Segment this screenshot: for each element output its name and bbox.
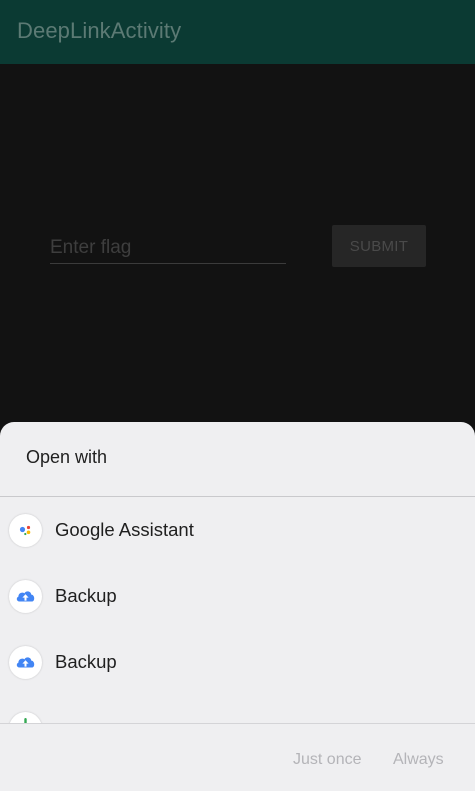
always-button[interactable]: Always (393, 751, 444, 769)
actions-divider (0, 723, 475, 724)
app-option-partial[interactable] (0, 695, 475, 723)
submit-button[interactable]: SUBMIT (332, 225, 426, 267)
just-once-button[interactable]: Just once (293, 751, 361, 769)
sheet-title: Open with (26, 447, 108, 467)
app-list: Google Assistant Backup Backup (0, 497, 475, 723)
partial-app-icon (9, 712, 42, 723)
flag-input[interactable] (50, 232, 286, 264)
app-bar: DeepLinkActivity (0, 0, 475, 64)
app-option-label: Google Assistant (55, 519, 194, 540)
app-option-backup[interactable]: Backup (0, 629, 475, 695)
screen: DeepLinkActivity SUBMIT Open with Google… (0, 0, 475, 791)
cloud-upload-icon (9, 646, 42, 679)
app-option-label: Backup (55, 585, 117, 606)
app-option-backup[interactable]: Backup (0, 563, 475, 629)
app-bar-title: DeepLinkActivity (17, 18, 182, 43)
cloud-upload-icon (9, 580, 42, 613)
app-option-google-assistant[interactable]: Google Assistant (0, 497, 475, 563)
app-option-label: Backup (55, 651, 117, 672)
google-assistant-icon (9, 514, 42, 547)
open-with-sheet: Open with Google Assistant Backup Backup… (0, 422, 475, 791)
